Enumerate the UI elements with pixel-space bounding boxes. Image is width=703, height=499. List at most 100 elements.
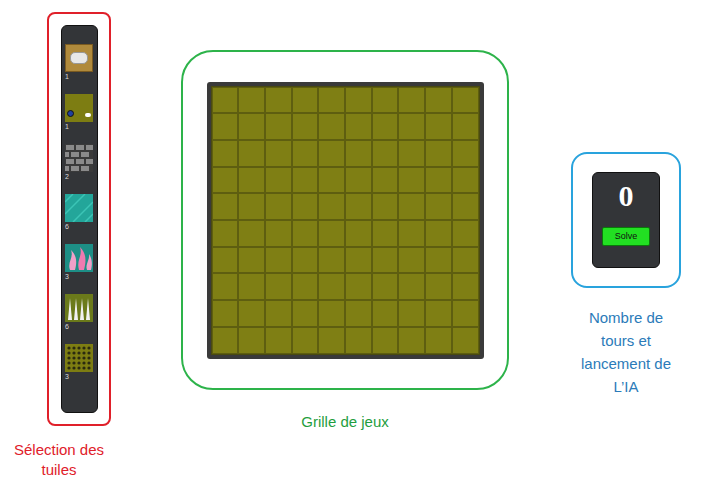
board-cell[interactable] [398, 273, 425, 300]
board-cell[interactable] [238, 247, 265, 274]
board-cell[interactable] [212, 300, 239, 327]
board-cell[interactable] [318, 193, 345, 220]
board-cell[interactable] [212, 140, 239, 167]
board-cell[interactable] [318, 140, 345, 167]
board-cell[interactable] [372, 327, 399, 354]
tile-option[interactable]: 6 [65, 294, 93, 331]
board-cell[interactable] [292, 273, 319, 300]
board-cell[interactable] [238, 140, 265, 167]
board-cell[interactable] [212, 113, 239, 140]
board-cell[interactable] [318, 327, 345, 354]
tile-option[interactable]: 6 [65, 194, 93, 231]
board-cell[interactable] [452, 220, 479, 247]
board-cell[interactable] [452, 113, 479, 140]
board-cell[interactable] [398, 167, 425, 194]
board-cell[interactable] [398, 113, 425, 140]
board-cell[interactable] [345, 167, 372, 194]
board-cell[interactable] [345, 113, 372, 140]
board-cell[interactable] [292, 113, 319, 140]
board-cell[interactable] [452, 273, 479, 300]
board-cell[interactable] [265, 273, 292, 300]
board-cell[interactable] [398, 220, 425, 247]
board-cell[interactable] [238, 193, 265, 220]
board-cell[interactable] [238, 167, 265, 194]
board-cell[interactable] [452, 87, 479, 114]
board-cell[interactable] [265, 140, 292, 167]
board-cell[interactable] [425, 193, 452, 220]
board-cell[interactable] [425, 140, 452, 167]
board-cell[interactable] [238, 327, 265, 354]
board-cell[interactable] [238, 273, 265, 300]
board-cell[interactable] [345, 300, 372, 327]
board-cell[interactable] [318, 113, 345, 140]
board-cell[interactable] [398, 300, 425, 327]
board-cell[interactable] [238, 300, 265, 327]
board-cell[interactable] [318, 273, 345, 300]
board-cell[interactable] [345, 140, 372, 167]
tile-option[interactable]: 3 [65, 344, 93, 381]
board-cell[interactable] [372, 273, 399, 300]
board-cell[interactable] [265, 167, 292, 194]
board-cell[interactable] [265, 327, 292, 354]
board-cell[interactable] [345, 247, 372, 274]
board-cell[interactable] [372, 300, 399, 327]
board-cell[interactable] [425, 220, 452, 247]
board-cell[interactable] [212, 273, 239, 300]
board-cell[interactable] [425, 300, 452, 327]
board-cell[interactable] [345, 327, 372, 354]
board-cell[interactable] [372, 220, 399, 247]
tile-option[interactable]: 2 [65, 144, 93, 181]
board-cell[interactable] [212, 193, 239, 220]
board-cell[interactable] [238, 113, 265, 140]
board-cell[interactable] [292, 87, 319, 114]
board-cell[interactable] [452, 327, 479, 354]
board-cell[interactable] [345, 273, 372, 300]
board-cell[interactable] [452, 193, 479, 220]
board-cell[interactable] [292, 220, 319, 247]
board-cell[interactable] [398, 327, 425, 354]
board-cell[interactable] [212, 220, 239, 247]
board-cell[interactable] [345, 220, 372, 247]
tile-option[interactable]: 1 [65, 44, 93, 81]
board-cell[interactable] [345, 87, 372, 114]
tile-option[interactable]: 3 [65, 244, 93, 281]
board-cell[interactable] [345, 193, 372, 220]
board-cell[interactable] [398, 87, 425, 114]
board-cell[interactable] [265, 300, 292, 327]
board-cell[interactable] [425, 247, 452, 274]
board-cell[interactable] [292, 167, 319, 194]
board-cell[interactable] [425, 113, 452, 140]
board-cell[interactable] [238, 87, 265, 114]
board-cell[interactable] [372, 140, 399, 167]
board-cell[interactable] [318, 247, 345, 274]
tile-option[interactable]: 1 [65, 94, 93, 131]
board-cell[interactable] [265, 87, 292, 114]
board-cell[interactable] [452, 247, 479, 274]
board-cell[interactable] [398, 193, 425, 220]
board-cell[interactable] [292, 300, 319, 327]
board-cell[interactable] [425, 167, 452, 194]
solve-button[interactable]: Solve [602, 227, 651, 246]
board-cell[interactable] [292, 327, 319, 354]
board-cell[interactable] [212, 167, 239, 194]
board-cell[interactable] [318, 300, 345, 327]
board-cell[interactable] [318, 87, 345, 114]
board-cell[interactable] [265, 113, 292, 140]
board-cell[interactable] [265, 193, 292, 220]
board-cell[interactable] [372, 167, 399, 194]
board-cell[interactable] [238, 220, 265, 247]
board-cell[interactable] [372, 87, 399, 114]
board-cell[interactable] [398, 140, 425, 167]
board-cell[interactable] [425, 87, 452, 114]
board-cell[interactable] [265, 220, 292, 247]
board-cell[interactable] [212, 247, 239, 274]
board-cell[interactable] [212, 87, 239, 114]
board-cell[interactable] [292, 140, 319, 167]
board-cell[interactable] [265, 247, 292, 274]
board-cell[interactable] [452, 167, 479, 194]
board-cell[interactable] [318, 167, 345, 194]
board-cell[interactable] [372, 247, 399, 274]
board-cell[interactable] [212, 327, 239, 354]
board-cell[interactable] [372, 193, 399, 220]
board-cell[interactable] [292, 193, 319, 220]
